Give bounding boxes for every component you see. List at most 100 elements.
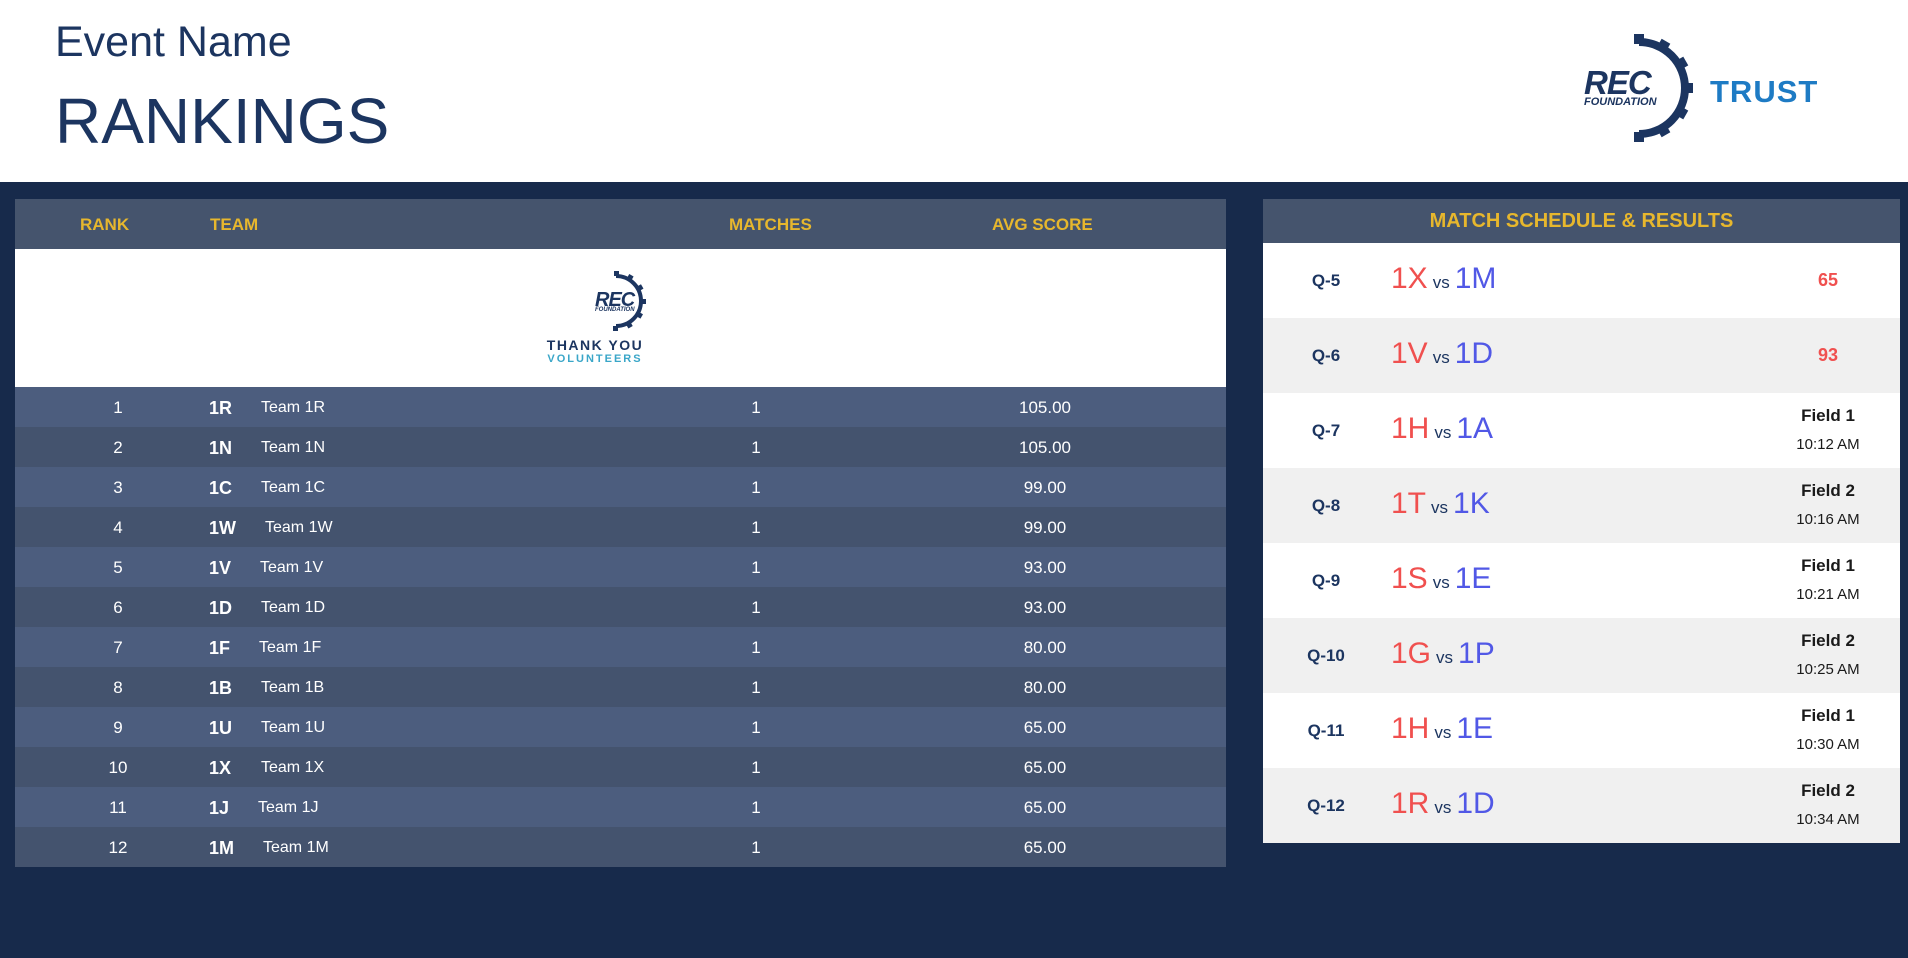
schedule-header: MATCH SCHEDULE & RESULTS <box>1263 199 1900 243</box>
matches-cell: 1 <box>751 558 761 577</box>
rank-cell: 7 <box>113 638 123 657</box>
match-field: Field 2 <box>1801 481 1855 500</box>
match-teams: 1R vs 1D <box>1391 787 1495 821</box>
column-header-avg-score: AVG SCORE <box>992 215 1093 234</box>
blue-alliance-team: 1D <box>1456 787 1495 820</box>
avg-score-cell: 65.00 <box>1023 838 1067 857</box>
match-schedule-panel: MATCH SCHEDULE & RESULTS Q-5 1X vs 1M 65 Q… <box>1263 199 1900 843</box>
avg-score-cell: 93.00 <box>1023 558 1067 577</box>
vs-label: vs <box>1432 573 1450 592</box>
match-field: Field 1 <box>1801 706 1855 725</box>
avg-score-cell: 105.00 <box>1019 398 1071 417</box>
rank-cell: 5 <box>113 558 123 577</box>
event-name: Event Name <box>55 18 292 66</box>
match-id: Q-5 <box>1311 271 1341 290</box>
match-time: 10:16 AM <box>1796 511 1860 528</box>
team-number: 1X <box>209 758 232 778</box>
match-row: Q-10 1G vs 1P Field 2 10:25 AM <box>1263 618 1900 693</box>
red-alliance-team: 1H <box>1391 712 1430 745</box>
ranking-row: 9 1U Team 1U 1 65.00 <box>15 707 1226 747</box>
match-id: Q-8 <box>1311 496 1341 515</box>
column-header-rank: RANK <box>80 215 130 234</box>
match-field: Field 2 <box>1801 781 1855 800</box>
matches-cell: 1 <box>751 438 761 457</box>
red-alliance-team: 1H <box>1391 412 1430 445</box>
schedule-title: MATCH SCHEDULE & RESULTS <box>1429 210 1734 232</box>
match-time: 10:25 AM <box>1796 661 1860 678</box>
team-number: 1C <box>209 478 233 498</box>
matches-cell: 1 <box>751 398 761 417</box>
blue-alliance-team: 1M <box>1454 262 1497 295</box>
match-time: 10:30 AM <box>1796 736 1860 753</box>
match-row: Q-6 1V vs 1D 93 <box>1263 318 1900 393</box>
rank-cell: 3 <box>113 478 123 497</box>
avg-score-cell: 105.00 <box>1019 438 1071 457</box>
match-id: Q-10 <box>1307 646 1345 665</box>
rank-cell: 9 <box>113 718 123 737</box>
ranking-row: 6 1D Team 1D 1 93.00 <box>15 587 1226 627</box>
rec-logo-subtext: FOUNDATION <box>1584 96 1657 108</box>
ranking-row: 8 1B Team 1B 1 80.00 <box>15 667 1226 707</box>
matches-cell: 1 <box>751 798 761 817</box>
column-header-matches: MATCHES <box>729 215 812 234</box>
match-score: 65 <box>1817 270 1839 290</box>
rankings-body: 1 1R Team 1R 1 105.00 2 1N Team 1N 1 105… <box>15 387 1226 867</box>
team-number: 1D <box>209 598 233 618</box>
match-field: Field 2 <box>1801 631 1855 650</box>
avg-score-cell: 99.00 <box>1023 478 1067 497</box>
page-title: RANKINGS <box>55 85 390 157</box>
rank-cell: 8 <box>113 678 123 697</box>
match-teams: 1G vs 1P <box>1391 637 1495 671</box>
match-row: Q-7 1H vs 1A Field 1 10:12 AM <box>1263 393 1900 468</box>
match-row: Q-9 1S vs 1E Field 1 10:21 AM <box>1263 543 1900 618</box>
team-number: 1R <box>209 398 233 418</box>
team-number: 1J <box>209 798 230 818</box>
team-number: 1V <box>209 558 232 578</box>
team-name: Team 1F <box>259 639 322 656</box>
banner-logo-subtext: FOUNDATION <box>595 307 635 313</box>
avg-score-cell: 65.00 <box>1023 798 1067 817</box>
match-field: Field 1 <box>1801 406 1855 425</box>
matches-cell: 1 <box>751 838 761 857</box>
red-alliance-team: 1S <box>1391 562 1428 595</box>
schedule-body: Q-5 1X vs 1M 65 Q-6 1V vs 1D 93 Q-7 1H vs 1A F… <box>1263 243 1900 843</box>
team-number: 1W <box>209 518 236 538</box>
red-alliance-team: 1R <box>1391 787 1430 820</box>
match-id: Q-6 <box>1311 346 1341 365</box>
team-number: 1U <box>209 718 233 738</box>
match-score: 93 <box>1817 345 1839 365</box>
team-name: Team 1B <box>261 679 325 696</box>
matches-cell: 1 <box>751 678 761 697</box>
rankings-table: RANK TEAM MATCHES AVG SCORE REC FOUNDATI… <box>15 199 1226 867</box>
trust-logo: TRUST <box>1710 74 1819 109</box>
team-name: Team 1J <box>258 799 319 816</box>
rank-cell: 4 <box>113 518 123 537</box>
team-name: Team 1C <box>261 479 326 496</box>
red-alliance-team: 1T <box>1391 487 1427 520</box>
ranking-row: 12 1M Team 1M 1 65.00 <box>15 827 1226 867</box>
rank-cell: 1 <box>113 398 123 417</box>
rank-cell: 10 <box>108 758 128 777</box>
match-time: 10:21 AM <box>1796 586 1860 603</box>
matches-cell: 1 <box>751 718 761 737</box>
vs-label: vs <box>1436 648 1454 667</box>
team-number: 1N <box>209 438 233 458</box>
avg-score-cell: 99.00 <box>1023 518 1067 537</box>
match-teams: 1V vs 1D <box>1391 337 1493 371</box>
match-teams: 1X vs 1M <box>1391 262 1496 296</box>
matches-cell: 1 <box>751 638 761 657</box>
team-number: 1F <box>209 638 231 658</box>
matches-cell: 1 <box>751 478 761 497</box>
avg-score-cell: 65.00 <box>1023 758 1067 777</box>
vs-label: vs <box>1434 723 1452 742</box>
ranking-row: 2 1N Team 1N 1 105.00 <box>15 427 1226 467</box>
match-field: Field 1 <box>1801 556 1855 575</box>
avg-score-cell: 65.00 <box>1023 718 1067 737</box>
ranking-row: 1 1R Team 1R 1 105.00 <box>15 387 1226 427</box>
team-name: Team 1M <box>263 839 329 856</box>
ranking-row: 3 1C Team 1C 1 99.00 <box>15 467 1226 507</box>
team-number: 1M <box>209 838 235 858</box>
blue-alliance-team: 1E <box>1454 562 1492 595</box>
match-teams: 1H vs 1E <box>1391 712 1493 746</box>
matches-cell: 1 <box>751 758 761 777</box>
